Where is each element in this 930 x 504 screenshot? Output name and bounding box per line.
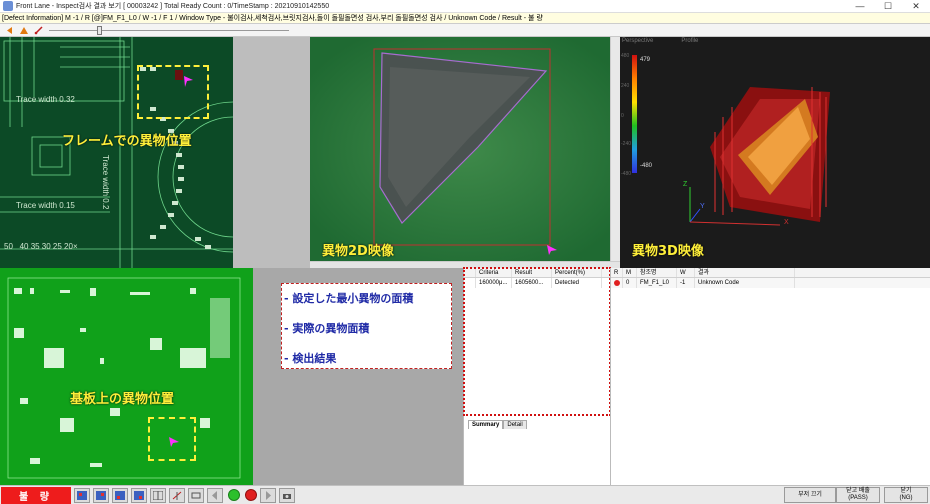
view-2d-label: 異物2D映像 [322,244,394,259]
slider-thumb[interactable] [97,25,102,35]
cell-w: -1 [677,278,695,288]
table-row[interactable]: 0 FM_F1_L0 -1 Unknown Code [611,278,930,288]
board-position-label: 基板上の異物位置 [70,392,175,407]
view-layout-2-icon[interactable] [93,487,109,503]
frame-view-margin [233,37,310,268]
frame-icon[interactable] [188,487,204,503]
close-button[interactable]: ✕ [902,0,930,13]
defect-grid: R M 참조명 W 결과 0 FM_F1_L0 -1 Unknown Code [610,268,930,485]
pen-tool-icon[interactable] [33,25,45,36]
legend-min-area: - 設定した最小異物の面積 [284,292,414,305]
pass-indicator-icon[interactable] [228,489,240,501]
surface-3d-plot [689,87,830,226]
col-r[interactable]: R [611,268,623,277]
defect-info-bar: [Defect Information] M -1 / R [@]FM_F1_L… [0,13,930,24]
trace-width-label-1: Trace width 0.32 [16,95,75,104]
view-layout-3-icon[interactable] [112,487,128,503]
title-bar: Front Lane - Inspect검사 결과 보기 [ 00003242 … [0,0,930,13]
trace-width-label-3: Trace width 0.15 [16,201,75,210]
frame-defect-box [137,65,209,119]
view-layout-1-icon[interactable] [74,487,90,503]
maximize-button[interactable]: ☐ [874,0,902,13]
cell-m: 0 [623,278,637,288]
col-w[interactable]: W [677,268,695,277]
view-3d-label: 異物3D映像 [632,244,704,259]
legend-actual-area: - 実際の異物面積 [284,322,370,335]
summary-highlight-box [463,267,611,416]
camera-icon[interactable] [279,487,295,503]
y-axis-label: Y [700,203,705,210]
legend-result: - 検出結果 [284,352,337,365]
board-defect-marker-icon [169,437,179,447]
tab-summary[interactable]: Summary [468,420,504,429]
warning-icon[interactable] [18,25,30,36]
legend-box: - 設定した最小異物の面積 - 実際の異物面積 - 検出結果 [281,283,452,369]
tab-detail[interactable]: Detail [503,420,527,429]
close-ng-button[interactable]: 닫기 (NG) [884,487,928,503]
cell-result: Unknown Code [695,278,795,288]
view-3d-panel: Perspective Profile 479 -480 480 240 0 -… [620,37,930,268]
minimize-button[interactable]: — [846,0,874,13]
summary-tabs: Summary Detail [468,420,527,429]
trace-width-label-2: Trace width 0.2 [101,155,110,210]
ng-result-badge: 불 량 [1,486,71,504]
defect-marker-icon [175,70,193,87]
frame-view-panel: Trace width 0.32 Trace width 0.2 Trace w… [0,37,233,268]
close-pass-button[interactable]: 닫고 배출 (PASS) [836,487,880,503]
close-pass-label: 닫고 배출 [846,488,870,494]
toolbar [0,24,930,37]
board-view-panel: 基板上の異物位置 [0,268,253,485]
close-pass-sub: (PASS) [848,495,868,501]
close-ng-sub: (NG) [899,495,913,501]
view-layout-4-icon[interactable] [131,487,147,503]
grid-view-icon[interactable] [150,487,166,503]
zoom-slider[interactable] [49,25,289,36]
next-icon[interactable] [260,487,276,503]
view-2d-panel: 異物2D映像 [310,37,620,261]
col-reference[interactable]: 참조명 [637,268,677,277]
buzzer-off-button[interactable]: 부저 끄기 [784,487,836,503]
app-icon [3,1,13,11]
status-dot-icon [614,280,620,286]
z-axis-label: Z [683,181,688,188]
fail-indicator-icon[interactable] [245,489,257,501]
view-2d-vscroll[interactable] [610,37,620,261]
prev-arrow-icon[interactable] [3,25,15,36]
defect-grid-header: R M 참조명 W 결과 [611,268,930,278]
x-axis-label: X [784,219,789,226]
cell-reference: FM_F1_L0 [637,278,677,288]
col-result[interactable]: 결과 [695,268,795,277]
buzzer-off-label: 부저 끄기 [798,491,822,498]
window-title: Front Lane - Inspect검사 결과 보기 [ 00003242 … [16,3,330,10]
defect-pointer-icon [547,245,557,255]
prev-icon[interactable] [207,487,223,503]
frame-position-label: フレームでの異物位置 [62,134,192,149]
close-ng-label: 닫기 [900,488,912,494]
ruler-label: 50 40 35 30 25 20× [4,242,78,251]
col-m[interactable]: M [623,268,637,277]
measure-tool-icon[interactable] [169,487,185,503]
